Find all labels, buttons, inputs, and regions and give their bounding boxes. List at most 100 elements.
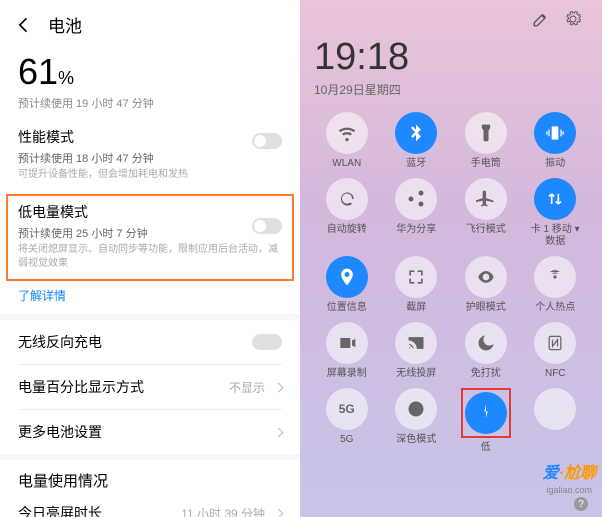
qs-tile-hotspot[interactable]: 个人热点 xyxy=(523,256,589,314)
lowpower-desc: 将关闭熄屏显示、自动同步等功能，限制应用后台活动，减弱视觉效果 xyxy=(18,243,282,271)
data-icon[interactable] xyxy=(534,178,576,220)
back-icon[interactable] xyxy=(14,15,34,35)
bluetooth-icon[interactable] xyxy=(395,112,437,154)
qs-tile-label: 蓝牙 xyxy=(406,158,426,170)
watermark-logo: 爱·尬聊 xyxy=(543,459,596,483)
estimate-text: 预计续使用 19 小时 47 分钟 xyxy=(0,95,300,119)
qs-tile-label: 手电筒 xyxy=(471,158,501,170)
dark-icon[interactable] xyxy=(395,388,437,430)
qs-tile-location[interactable]: 位置信息 xyxy=(314,256,380,314)
more-battery-settings-row[interactable]: 更多电池设置 xyxy=(0,410,300,454)
lowpower-sub: 预计续使用 25 小时 7 分钟 xyxy=(18,225,282,241)
qs-tile-dnd[interactable]: 免打扰 xyxy=(453,322,519,380)
question-icon: ? xyxy=(574,497,588,511)
watermark-url: igaliao.com xyxy=(546,485,592,495)
chevron-right-icon xyxy=(274,382,284,392)
learn-more-link[interactable]: 了解详情 xyxy=(0,285,300,314)
qs-tile-label: NFC xyxy=(545,368,566,380)
qs-tile-airplane[interactable]: 飞行模式 xyxy=(453,178,519,248)
qs-tile-blank[interactable] xyxy=(523,388,589,454)
percent-display-value: 不显示 xyxy=(229,379,265,396)
reverse-charge-row[interactable]: 无线反向充电 xyxy=(0,320,300,364)
lowpower-toggle[interactable] xyxy=(252,218,282,234)
qs-tile-label: 护眼模式 xyxy=(466,302,506,314)
clock-time: 19:18 xyxy=(314,36,588,79)
percent-display-row[interactable]: 电量百分比显示方式 不显示 xyxy=(0,365,300,409)
screen-on-time-row[interactable]: 今日亮屏时长 11 小时 39 分钟 xyxy=(0,497,300,517)
performance-desc: 可提升设备性能，但会增加耗电和发热 xyxy=(18,168,282,182)
qs-tile-cast[interactable]: 无线投屏 xyxy=(384,322,450,380)
low-power-mode-row[interactable]: 低电量模式 预计续使用 25 小时 7 分钟 将关闭熄屏显示、自动同步等功能，限… xyxy=(6,194,294,281)
hotspot-icon[interactable] xyxy=(534,256,576,298)
qs-tile-lowpower[interactable]: 低 xyxy=(453,388,519,454)
nfc-icon[interactable] xyxy=(534,322,576,364)
dnd-icon[interactable] xyxy=(465,322,507,364)
5g-icon[interactable]: 5G xyxy=(326,388,368,430)
screen-on-label: 今日亮屏时长 xyxy=(18,503,102,517)
qs-tile-rotate[interactable]: 自动旋转 xyxy=(314,178,380,248)
gear-icon[interactable] xyxy=(564,10,582,28)
qs-tile-flashlight[interactable]: 手电筒 xyxy=(453,112,519,170)
clock-date: 10月29日星期四 xyxy=(314,81,588,98)
more-settings-label: 更多电池设置 xyxy=(18,422,102,442)
edit-icon[interactable] xyxy=(532,10,550,28)
percent-symbol: % xyxy=(58,68,74,88)
qs-tile-wifi[interactable]: WLAN xyxy=(314,112,380,170)
qs-tile-record[interactable]: 屏幕录制 xyxy=(314,322,380,380)
qs-tile-dark[interactable]: 深色模式 xyxy=(384,388,450,454)
cast-icon[interactable] xyxy=(395,322,437,364)
reverse-charge-label: 无线反向充电 xyxy=(18,332,102,352)
flashlight-icon[interactable] xyxy=(465,112,507,154)
qs-tile-label: 振动 xyxy=(545,158,565,170)
qs-tile-label: 5G xyxy=(340,434,353,446)
page-title: 电池 xyxy=(48,12,82,37)
airplane-icon[interactable] xyxy=(465,178,507,220)
lowpower-icon[interactable] xyxy=(465,392,507,434)
performance-title: 性能模式 xyxy=(18,127,282,147)
qs-tile-label: 截屏 xyxy=(406,302,426,314)
share-icon[interactable] xyxy=(395,178,437,220)
vibrate-icon[interactable] xyxy=(534,112,576,154)
qs-tile-share[interactable]: 华为分享 xyxy=(384,178,450,248)
blank-icon[interactable] xyxy=(534,388,576,430)
highlight-box xyxy=(461,388,511,438)
qs-tile-label: 屏幕录制 xyxy=(327,368,367,380)
qs-tile-nfc[interactable]: NFC xyxy=(523,322,589,380)
performance-toggle[interactable] xyxy=(252,133,282,149)
wifi-icon[interactable] xyxy=(326,112,368,154)
quick-settings-panel: 19:18 10月29日星期四 WLAN 蓝牙 手电筒 振动自动旋转 华为分享飞行模式 卡… xyxy=(300,0,602,517)
rotate-icon[interactable] xyxy=(326,178,368,220)
qs-tile-screenshot[interactable]: 截屏 xyxy=(384,256,450,314)
qs-tile-label: 无线投屏 xyxy=(396,368,436,380)
screenshot-icon[interactable] xyxy=(395,256,437,298)
performance-mode-row[interactable]: 性能模式 预计续使用 18 小时 47 分钟 可提升设备性能，但会增加耗电和发热 xyxy=(0,119,300,192)
qs-tile-data[interactable]: 卡 1 移动 ▾ 数据 xyxy=(523,178,589,248)
qs-tile-label: 深色模式 xyxy=(396,434,436,446)
qs-tile-5g[interactable]: 5G5G xyxy=(314,388,380,454)
chevron-right-icon xyxy=(274,508,284,517)
percent-display-label: 电量百分比显示方式 xyxy=(18,377,144,397)
page-header: 电池 xyxy=(0,8,300,47)
battery-settings-panel: 电池 61% 预计续使用 19 小时 47 分钟 性能模式 预计续使用 18 小… xyxy=(0,0,300,517)
qs-tile-label: 位置信息 xyxy=(327,302,367,314)
statusbar-actions xyxy=(314,10,588,32)
lowpower-title: 低电量模式 xyxy=(18,202,282,222)
qs-tile-vibrate[interactable]: 振动 xyxy=(523,112,589,170)
screen-on-value: 11 小时 39 分钟 xyxy=(181,505,265,517)
qs-tile-label: 卡 1 移动 ▾ 数据 xyxy=(525,224,585,248)
chevron-right-icon xyxy=(274,427,284,437)
qs-tile-label: WLAN xyxy=(332,158,361,170)
reverse-charge-toggle[interactable] xyxy=(252,334,282,350)
qs-tile-label: 个人热点 xyxy=(535,302,575,314)
quick-settings-grid: WLAN 蓝牙 手电筒 振动自动旋转 华为分享飞行模式 卡 1 移动 ▾ 数据位置信息 截屏… xyxy=(314,112,588,454)
qs-tile-label: 自动旋转 xyxy=(327,224,367,236)
qs-tile-bluetooth[interactable]: 蓝牙 xyxy=(384,112,450,170)
qs-tile-label: 飞行模式 xyxy=(466,224,506,236)
percent-value: 61 xyxy=(18,51,58,92)
qs-tile-eye[interactable]: 护眼模式 xyxy=(453,256,519,314)
qs-tile-label: 免打扰 xyxy=(471,368,501,380)
usage-header: 电量使用情况 xyxy=(0,460,300,497)
location-icon[interactable] xyxy=(326,256,368,298)
eye-icon[interactable] xyxy=(465,256,507,298)
record-icon[interactable] xyxy=(326,322,368,364)
